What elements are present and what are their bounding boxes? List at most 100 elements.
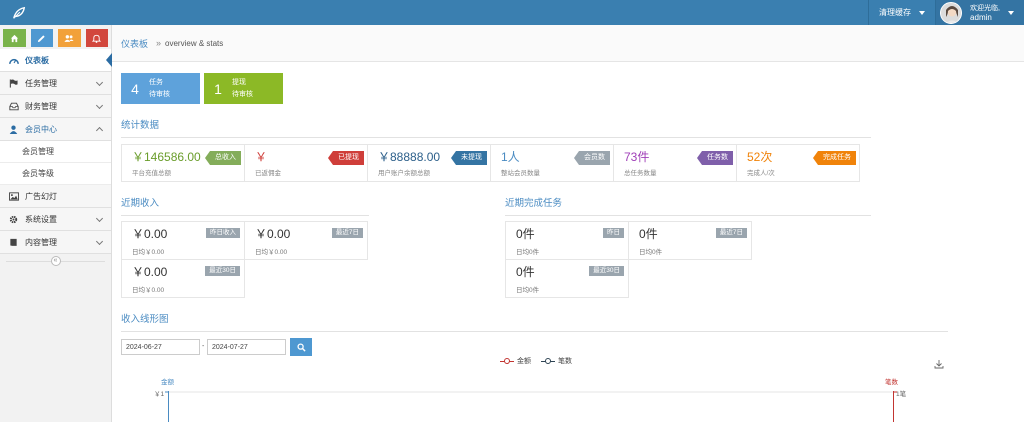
sidebar-item-settings[interactable]: 系统设置	[0, 208, 111, 231]
user-icon	[8, 125, 19, 134]
username: admin	[970, 12, 992, 22]
sidebar-item-label: 系统设置	[25, 214, 57, 224]
avatar	[940, 1, 963, 24]
clear-cache-label: 清理缓存	[879, 8, 912, 17]
stat-label: 总任务数量	[624, 170, 657, 177]
main-content: 仪表板 » overview & stats 4 任务 待审核 1 提现 待审核…	[112, 25, 1024, 422]
user-menu[interactable]: 欢迎光临, admin	[935, 0, 1024, 25]
tachometer-icon	[8, 56, 19, 65]
sidebar-subitem-label: 会员管理	[22, 147, 54, 156]
card-subtext: 日均￥0.00	[132, 249, 165, 256]
card-badge: 最近30日	[589, 266, 624, 276]
stat-badge: 任务数	[697, 151, 733, 165]
home-icon	[10, 34, 18, 42]
card-badge: 昨日	[603, 228, 624, 238]
stat-badge: 会员数	[574, 151, 610, 165]
card-subtext: 日均￥0.00	[132, 287, 165, 294]
card-subtext: 日均￥0.00	[255, 249, 288, 256]
sidebar-item-label: 内容管理	[25, 237, 57, 247]
card-badge: 最近7日	[715, 228, 747, 238]
sidebar-item-finance[interactable]: 财务管理	[0, 95, 111, 118]
download-icon[interactable]	[934, 359, 944, 369]
sidebar-item-members[interactable]: 会员中心	[0, 118, 111, 141]
card-badge: 最近30日	[205, 266, 240, 276]
legend-item-amount[interactable]: 金额	[500, 356, 531, 366]
shortcut-buttons	[0, 25, 111, 49]
breadcrumb-home[interactable]: 仪表板	[121, 37, 148, 50]
sidebar: 仪表板 任务管理 财务管理 会员中心 会员管理 会员等级 广告幻灯 系统设置 内…	[0, 25, 112, 422]
sidebar-item-label: 广告幻灯	[25, 191, 57, 201]
gear-icon	[8, 215, 19, 224]
top-navbar: 清理缓存 欢迎光临, admin	[0, 0, 1024, 25]
tile-count: 4	[131, 80, 139, 97]
sidebar-item-dashboard[interactable]: 仪表板	[0, 49, 112, 72]
legend-item-count[interactable]: 笔数	[541, 356, 572, 366]
inbox-icon	[8, 102, 19, 111]
stat-badge: 未提现	[451, 151, 487, 165]
book-icon	[8, 238, 19, 247]
users-shortcut-button[interactable]	[58, 29, 81, 47]
income-line-chart	[165, 391, 897, 422]
stat-tasks: 73件 总任务数量 任务数	[613, 144, 737, 182]
home-shortcut-button[interactable]	[3, 29, 26, 47]
search-button[interactable]	[290, 338, 312, 356]
stat-label: 整站会员数量	[501, 170, 540, 177]
pending-task-review-tile[interactable]: 4 任务 待审核	[121, 73, 200, 104]
stat-label: 完成人/次	[747, 170, 775, 177]
stat-balance: ￥88888.00 用户账户余额总额 未提现	[367, 144, 491, 182]
stat-badge: 完成任务	[813, 151, 856, 165]
stat-label: 用户账户余额总额	[378, 170, 430, 177]
stats-row: ￥146586.00 平台充值总额 总收入 ￥ 已返佣金 已提现 ￥88888.…	[121, 144, 860, 182]
stat-badge: 已提现	[328, 151, 364, 165]
tile-count: 1	[214, 80, 222, 97]
pending-withdraw-review-tile[interactable]: 1 提现 待审核	[204, 73, 283, 104]
sidebar-item-ads[interactable]: 广告幻灯	[0, 185, 111, 208]
sidebar-item-tasks[interactable]: 任务管理	[0, 72, 111, 95]
sidebar-item-content[interactable]: 内容管理	[0, 231, 111, 254]
sidebar-item-label: 仪表板	[25, 55, 49, 65]
tile-label: 提现	[232, 78, 246, 86]
bell-icon	[92, 34, 102, 43]
date-from-input[interactable]	[121, 339, 200, 355]
sidebar-collapse-row: «	[0, 254, 111, 268]
flag-icon	[8, 78, 19, 88]
date-range-dash: -	[202, 343, 205, 350]
search-icon	[296, 342, 306, 352]
income-30days-card: ￥0.00 日均￥0.00 最近30日	[121, 259, 245, 298]
tasks-yesterday-card: 0件 日均0件 昨日	[505, 221, 629, 260]
breadcrumb-separator-icon: »	[156, 38, 162, 48]
legend-label: 笔数	[558, 358, 572, 365]
card-subtext: 日均0件	[516, 249, 540, 256]
clear-cache-menu[interactable]: 清理缓存	[868, 0, 935, 25]
chevron-down-icon	[919, 10, 926, 15]
chevron-down-icon	[95, 101, 104, 110]
tile-sublabel: 待审核	[149, 90, 170, 98]
sidebar-subitem-member-level[interactable]: 会员等级	[0, 163, 111, 185]
pending-tasks: 4 任务 待审核 1 提现 待审核	[121, 73, 283, 104]
notification-shortcut-button[interactable]	[85, 29, 108, 47]
stat-total-income: ￥146586.00 平台充值总额 总收入	[121, 144, 245, 182]
tasks-7days-card: 0件 日均0件 最近7日	[628, 221, 752, 260]
stat-members: 1人 整站会员数量 会员数	[490, 144, 614, 182]
income-7days-card: ￥0.00 日均￥0.00 最近7日	[244, 221, 368, 260]
edit-shortcut-button[interactable]	[30, 29, 53, 47]
stat-commission: ￥ 已返佣金 已提现	[244, 144, 368, 182]
sidebar-item-label: 会员中心	[25, 124, 57, 134]
collapse-sidebar-icon[interactable]: «	[50, 256, 61, 266]
income-yesterday-card: ￥0.00 日均￥0.00 昨日收入	[121, 221, 245, 260]
stat-completed: 52次 完成人/次 完成任务	[736, 144, 860, 182]
stat-label: 已返佣金	[255, 170, 281, 177]
sidebar-subitem-member-manage[interactable]: 会员管理	[0, 141, 111, 163]
legend-label: 金额	[517, 358, 531, 365]
card-subtext: 日均0件	[516, 287, 540, 294]
sidebar-item-label: 任务管理	[25, 78, 57, 88]
stat-badge: 总收入	[205, 151, 241, 165]
leaf-icon[interactable]	[12, 6, 26, 20]
tile-sublabel: 待审核	[232, 90, 253, 98]
income-chart-title: 收入线形图	[121, 311, 948, 332]
chevron-up-icon	[95, 126, 104, 135]
recent-tasks-title: 近期完成任务	[505, 195, 871, 216]
date-to-input[interactable]	[207, 339, 286, 355]
users-icon	[64, 34, 74, 42]
welcome-text: 欢迎光临,	[970, 4, 1000, 12]
